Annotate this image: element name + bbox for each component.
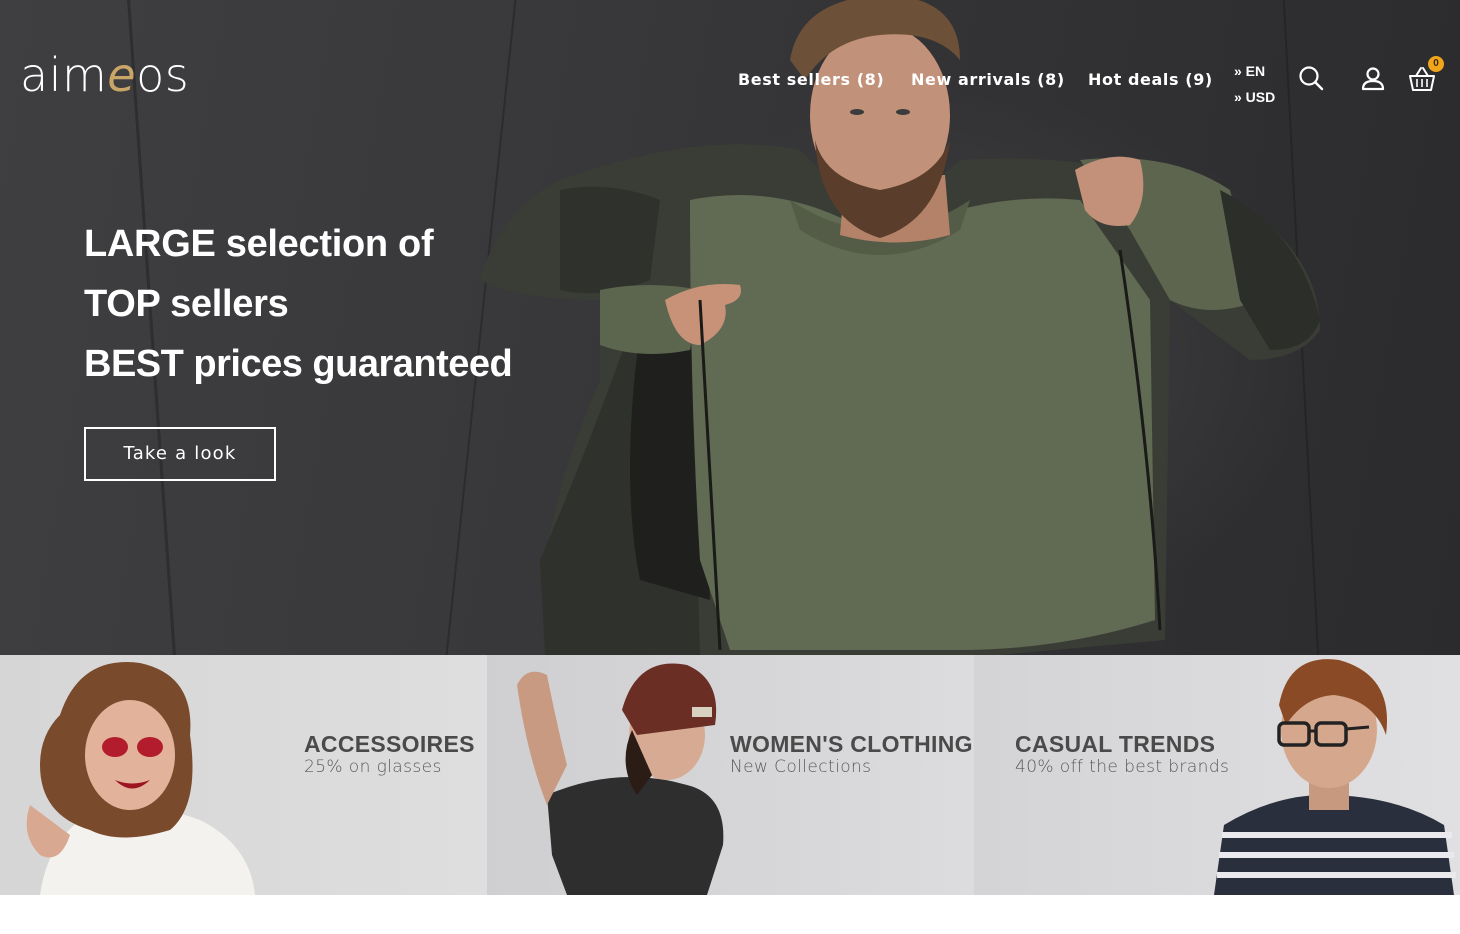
search-icon[interactable] bbox=[1297, 64, 1327, 94]
promo-tile-womens-clothing[interactable]: WOMEN'S CLOTHING New Collections bbox=[487, 655, 974, 895]
hero-headline-bold: BEST prices guaranteed bbox=[84, 343, 513, 385]
promo-title: ACCESSOIRES bbox=[304, 731, 475, 757]
logo-suffix: os bbox=[136, 48, 190, 102]
promo-tile-casual-trends[interactable]: CASUAL TRENDS 40% off the best brands bbox=[974, 655, 1460, 895]
locale-selector: » EN » USD bbox=[1234, 58, 1275, 110]
hero-headline: LARGE selection of TOP sellers bbox=[84, 223, 434, 325]
promo-title: WOMEN'S CLOTHING bbox=[730, 731, 973, 757]
logo-accent: e bbox=[107, 48, 137, 102]
brand-logo[interactable]: aimeos bbox=[20, 52, 189, 98]
logo-prefix: aim bbox=[20, 48, 108, 102]
basket-count-badge: 0 bbox=[1428, 56, 1444, 72]
hero-banner: aimeos Best sellers (8) New arrivals (8)… bbox=[0, 0, 1460, 655]
promo-subtitle: New Collections bbox=[730, 757, 872, 777]
user-icon[interactable] bbox=[1358, 64, 1388, 94]
promo-title: CASUAL TRENDS bbox=[1015, 731, 1216, 757]
promo-subtitle: 40% off the best brands bbox=[1015, 757, 1230, 777]
nav-hot-deals[interactable]: Hot deals (9) bbox=[1088, 70, 1213, 89]
promo-subtitle: 25% on glasses bbox=[304, 757, 442, 777]
language-selector[interactable]: » EN bbox=[1234, 58, 1275, 84]
promo-tiles: ACCESSOIRES 25% on glasses WOMEN'S CLOTH… bbox=[0, 655, 1460, 895]
nav-best-sellers[interactable]: Best sellers (8) bbox=[738, 70, 884, 89]
currency-selector[interactable]: » USD bbox=[1234, 84, 1275, 110]
promo-tile-accessories[interactable]: ACCESSOIRES 25% on glasses bbox=[0, 655, 487, 895]
nav-new-arrivals[interactable]: New arrivals (8) bbox=[911, 70, 1065, 89]
take-a-look-button[interactable]: Take a look bbox=[84, 427, 276, 481]
